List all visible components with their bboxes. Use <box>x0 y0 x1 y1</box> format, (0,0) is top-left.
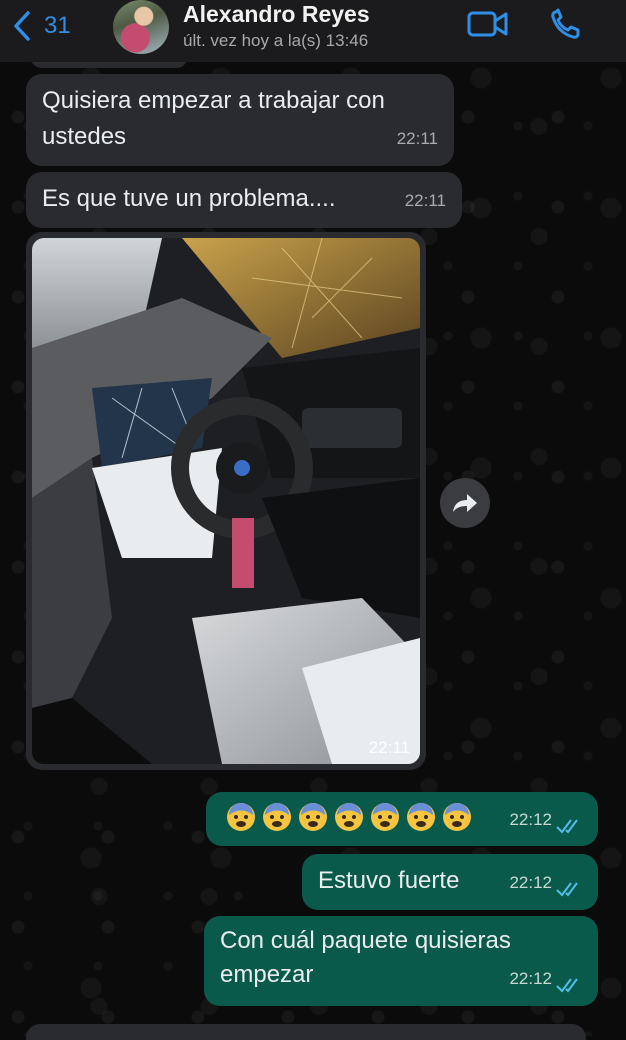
fearful-face-icon <box>299 803 327 831</box>
message-text: Con cuál paquete quisieras <box>220 927 511 954</box>
message-text: Es que tuve un problema.... <box>42 185 336 212</box>
message-time: 22:12 <box>509 873 552 892</box>
photo-thumbnail[interactable] <box>32 238 420 764</box>
phone-icon[interactable] <box>548 6 592 42</box>
incoming-message[interactable]: Quisiera empezar a trabajar con ustedes … <box>26 74 454 166</box>
contact-name[interactable]: Alexandro Reyes <box>183 1 370 28</box>
video-camera-icon[interactable] <box>466 6 510 42</box>
next-message-edge <box>26 1024 586 1040</box>
forward-button[interactable] <box>440 478 490 528</box>
forward-arrow-icon <box>453 494 477 512</box>
message-time: 22:11 <box>404 191 446 210</box>
message-text: Estuvo fuerte <box>318 867 460 894</box>
incoming-message[interactable]: Es que tuve un problema.... 22:11 <box>26 172 462 228</box>
chat-header: 31 Alexandro Reyes últ. vez hoy a la(s) … <box>0 0 626 62</box>
fearful-face-icon <box>335 803 363 831</box>
double-check-icon <box>556 819 578 834</box>
unread-count: 31 <box>44 12 71 39</box>
fearful-face-icon <box>443 803 471 831</box>
fearful-face-icon <box>407 803 435 831</box>
double-check-icon <box>556 882 578 897</box>
outgoing-message[interactable]: Estuvo fuerte 22:12 <box>302 854 598 910</box>
fearful-face-icon <box>371 803 399 831</box>
emoji-row <box>226 802 472 832</box>
message-time: 22:12 <box>509 810 552 829</box>
message-text: Quisiera empezar a trabajar con <box>42 87 385 114</box>
message-time: 22:11 <box>396 129 438 148</box>
fearful-face-icon <box>263 803 291 831</box>
message-time: 22:11 <box>368 738 410 757</box>
incoming-image-message[interactable]: 22:11 <box>26 232 426 770</box>
message-time: 22:12 <box>509 969 552 988</box>
double-check-icon <box>556 978 578 993</box>
message-text: ustedes <box>42 123 127 150</box>
chevron-left-icon <box>14 11 30 41</box>
outgoing-message[interactable]: Con cuál paquete quisieras empezar 22:12 <box>204 916 598 1006</box>
avatar[interactable] <box>113 0 169 54</box>
fearful-face-icon <box>227 803 255 831</box>
back-button[interactable]: 31 <box>10 8 71 44</box>
last-seen-status: últ. vez hoy a la(s) 13:46 <box>183 31 369 50</box>
car-interior-photo <box>32 238 420 764</box>
message-text: empezar <box>220 961 314 988</box>
